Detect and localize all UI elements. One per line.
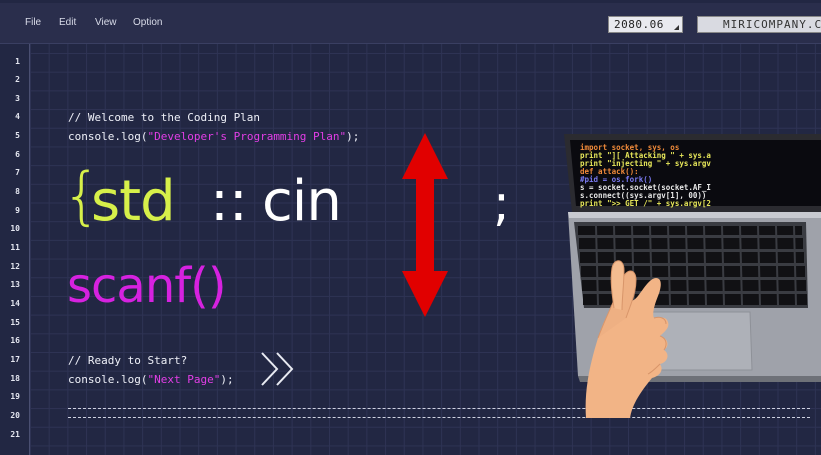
- line-number: 1: [15, 57, 20, 66]
- line-number: 3: [15, 94, 20, 103]
- code-comment: // Ready to Start?: [68, 354, 188, 367]
- up-down-arrow-icon: [402, 133, 448, 317]
- headline-semicolon: ;: [493, 174, 510, 232]
- line-number: 17: [10, 355, 20, 364]
- menu-file[interactable]: File: [25, 17, 41, 28]
- menu-bar: File Edit View Option 2080.06 MIRICOMPAN…: [0, 3, 821, 44]
- double-chevron-right-icon[interactable]: [259, 351, 299, 387]
- line-number: 18: [10, 374, 20, 383]
- line-number: 11: [10, 243, 20, 252]
- line-number: 20: [10, 411, 20, 420]
- company-value: MIRICOMPANY.COM: [723, 18, 821, 31]
- line-number: 6: [15, 150, 20, 159]
- line-number: 19: [10, 392, 20, 401]
- menu-option[interactable]: Option: [133, 17, 162, 28]
- line-number: 12: [10, 262, 20, 271]
- menu-view[interactable]: View: [95, 17, 117, 28]
- code-punct: );: [220, 373, 234, 386]
- line-number: 14: [10, 299, 20, 308]
- headline-cin: cin: [262, 169, 342, 234]
- code-string: "Developer's Programming Plan": [147, 130, 347, 143]
- line-number: 4: [15, 112, 20, 121]
- headline-colons: ::: [210, 169, 248, 234]
- line-number: 16: [10, 336, 20, 345]
- dropdown-corner-icon: [674, 25, 679, 30]
- line-number: 7: [15, 168, 20, 177]
- line-number-gutter: 1 2 3 4 5 6 7 8 9 10 11 12 13 14 15 16 1…: [0, 44, 30, 455]
- line-number: 8: [15, 187, 20, 196]
- code-line: console.log("Next Page");: [68, 373, 234, 386]
- line-number: 21: [10, 430, 20, 439]
- code-line: console.log("Developer's Programming Pla…: [68, 130, 359, 143]
- screen-code-line: print ">> GET /" + sys.argv[2: [580, 199, 711, 208]
- date-value: 2080.06: [614, 18, 664, 31]
- headline-scanf: scanf(): [67, 258, 227, 314]
- line-number: 5: [15, 131, 20, 140]
- date-select[interactable]: 2080.06: [608, 16, 683, 33]
- line-number: 2: [15, 75, 20, 84]
- line-number: 10: [10, 224, 20, 233]
- code-call: console.log(: [68, 130, 148, 143]
- code-punct: );: [346, 130, 360, 143]
- line-number: 9: [15, 206, 20, 215]
- code-string: "Next Page": [147, 373, 221, 386]
- slide-frame: File Edit View Option 2080.06 MIRICOMPAN…: [0, 0, 821, 455]
- code-comment: // Welcome to the Coding Plan: [68, 111, 261, 124]
- line-number: 13: [10, 280, 20, 289]
- company-field[interactable]: MIRICOMPANY.COM: [697, 16, 821, 33]
- headline-std: std: [91, 169, 176, 234]
- code-call: console.log(: [68, 373, 148, 386]
- laptop-hand-illustration: import socket, sys, os print "][ Attacki…: [564, 134, 821, 418]
- menu-edit[interactable]: Edit: [59, 17, 76, 28]
- line-number: 15: [10, 318, 20, 327]
